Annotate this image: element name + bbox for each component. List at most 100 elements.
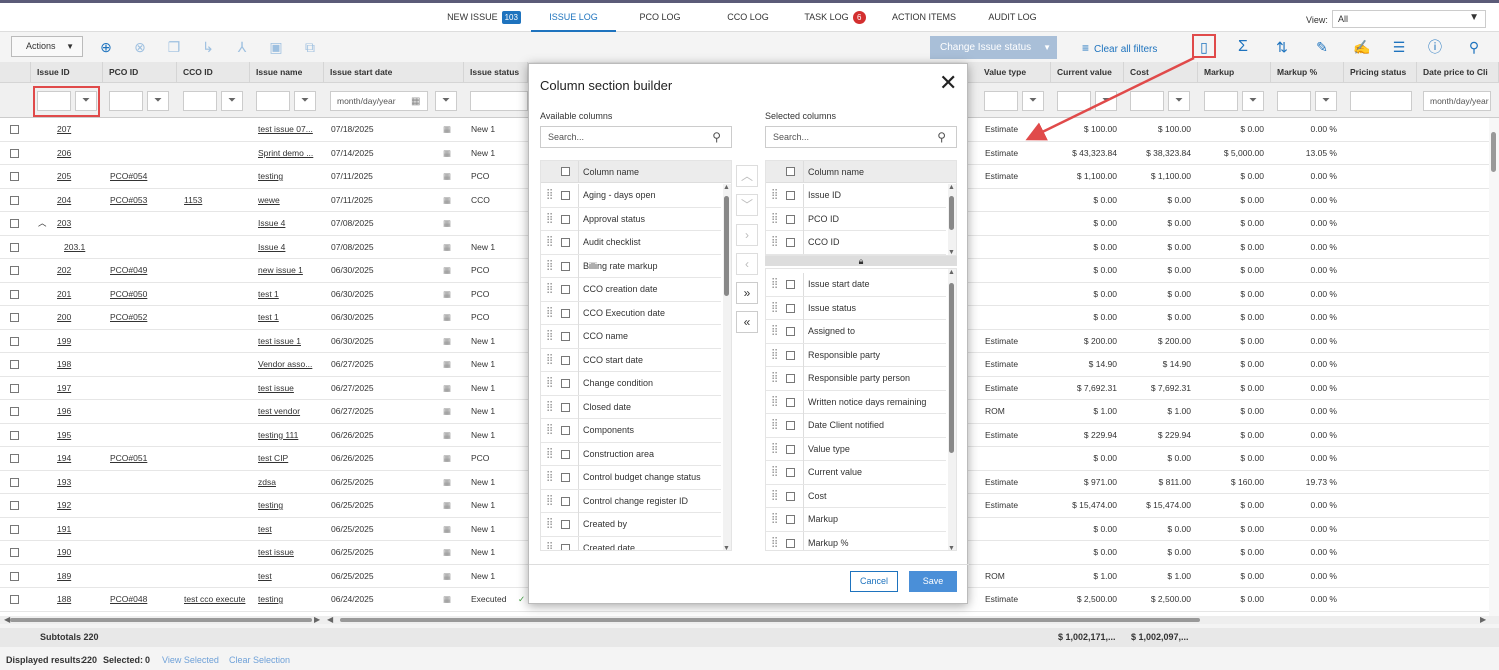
available-column-item[interactable]: ⣿ Construction area [541, 442, 721, 466]
selected-column-item[interactable]: ⣿ Date Client notified [766, 414, 946, 438]
cco-id-link[interactable] [184, 212, 249, 235]
available-column-item[interactable]: ⣿ Components [541, 419, 721, 443]
issue-status-filter-input[interactable] [470, 91, 528, 111]
row-checkbox[interactable] [10, 454, 19, 463]
add-all-button[interactable]: » [736, 282, 758, 304]
notes-icon[interactable]: ✍ [1352, 37, 1372, 57]
issue-id-link[interactable]: 203.1 [64, 236, 104, 259]
locked-column-item[interactable]: ⣿ CCO ID [766, 231, 946, 255]
calendar-icon[interactable]: ▦ [443, 541, 455, 564]
column-checkbox[interactable] [786, 515, 795, 524]
issue-id-link[interactable]: 207 [57, 118, 97, 141]
available-column-item[interactable]: ⣿ Created date [541, 536, 721, 550]
selected-column-item[interactable]: ⣿ Issue status [766, 296, 946, 320]
cco-id-link[interactable] [184, 142, 249, 165]
cco-id-link[interactable] [184, 118, 249, 141]
current-value-filter-input[interactable] [1057, 91, 1091, 111]
add-selected-button[interactable]: › [736, 224, 758, 246]
drag-handle-icon[interactable]: ⣿ [771, 189, 778, 200]
drag-handle-icon[interactable]: ⣿ [546, 283, 553, 294]
calendar-icon[interactable]: ▦ [443, 447, 455, 470]
col-pricing-status[interactable]: Pricing status [1344, 62, 1417, 83]
scroll-down-icon[interactable]: ▼ [948, 545, 955, 550]
calendar-icon[interactable]: ▦ [443, 189, 455, 212]
cco-id-link[interactable]: 1153 [184, 189, 249, 212]
calendar-icon[interactable]: ▦ [443, 283, 455, 306]
delete-icon[interactable]: ⊗ [130, 37, 150, 57]
available-column-item[interactable]: ⣿ CCO start date [541, 348, 721, 372]
available-scroll-thumb[interactable] [724, 196, 729, 296]
available-column-item[interactable]: ⣿ CCO creation date [541, 278, 721, 302]
calendar-icon[interactable]: ▦ [443, 353, 455, 376]
available-column-item[interactable]: ⣿ Aging - days open [541, 184, 721, 208]
drag-handle-icon[interactable]: ⣿ [546, 260, 553, 271]
add-icon[interactable]: ⊕ [96, 37, 116, 57]
pco-id-link[interactable]: PCO#053 [110, 189, 175, 212]
issue-name-link[interactable]: testing 111 [258, 424, 322, 447]
copy-icon[interactable]: ❐ [164, 37, 184, 57]
column-checkbox[interactable] [561, 332, 570, 341]
selected-column-item[interactable]: ⣿ Cost [766, 484, 946, 508]
issue-id-link[interactable]: 205 [57, 165, 97, 188]
row-checkbox[interactable] [10, 360, 19, 369]
issue-id-link[interactable]: 197 [57, 377, 97, 400]
calendar-icon[interactable]: ▦ [443, 236, 455, 259]
available-scrollbar[interactable]: ▲ ▼ [723, 184, 731, 550]
cco-id-link[interactable] [184, 306, 249, 329]
row-checkbox[interactable] [10, 219, 19, 228]
row-checkbox[interactable] [10, 289, 19, 299]
issue-id-link[interactable]: 196 [57, 400, 97, 423]
drag-handle-icon[interactable]: ⣿ [546, 495, 553, 506]
tab-task-log[interactable]: TASK LOG 6 [800, 3, 870, 32]
issue-id-link[interactable]: 201 [57, 283, 97, 306]
tab-issue-log[interactable]: ISSUE LOG [531, 3, 616, 32]
select-all-available-checkbox[interactable] [561, 167, 570, 176]
available-column-item[interactable]: ⣿ CCO name [541, 325, 721, 349]
pco-id-link[interactable] [110, 400, 175, 423]
pco-id-link[interactable] [110, 330, 175, 353]
col-issue-status[interactable]: Issue status [464, 62, 528, 83]
scroll-up-icon[interactable]: ▲ [723, 184, 730, 191]
selected-scrollbar[interactable]: ▲ ▼ [948, 269, 956, 550]
clear-all-filters-button[interactable]: ≡ Clear all filters [1082, 41, 1157, 55]
pco-id-link[interactable] [110, 118, 175, 141]
issue-name-link[interactable]: test [258, 565, 322, 588]
pco-id-link[interactable] [110, 377, 175, 400]
drag-handle-icon[interactable]: ⣿ [771, 513, 778, 524]
column-checkbox[interactable] [561, 191, 570, 200]
column-checkbox[interactable] [561, 520, 570, 529]
cco-id-link[interactable] [184, 518, 249, 541]
filter-icon[interactable]: ⏷ [1022, 91, 1044, 111]
column-checkbox[interactable] [561, 238, 570, 247]
scroll-left-icon[interactable]: ◀ [327, 615, 333, 624]
scroll-up-icon[interactable]: ▲ [948, 269, 955, 276]
col-current-value[interactable]: Current value [1051, 62, 1124, 83]
column-checkbox[interactable] [786, 303, 795, 313]
row-checkbox[interactable] [10, 313, 19, 322]
available-column-item[interactable]: ⣿ Billing rate markup [541, 254, 721, 278]
tab-cco-log[interactable]: CCO LOG [718, 3, 778, 32]
drag-handle-icon[interactable]: ⣿ [546, 307, 553, 318]
horizontal-scrollbar[interactable]: ◀ ▶ ◀ ▶ [0, 615, 1499, 624]
drag-handle-icon[interactable]: ⣿ [771, 443, 778, 454]
issue-name-link[interactable]: new issue 1 [258, 259, 322, 282]
row-checkbox[interactable] [10, 524, 19, 534]
row-checkbox[interactable] [10, 242, 19, 252]
tab-action-items[interactable]: ACTION ITEMS [890, 3, 958, 32]
cco-id-link[interactable] [184, 541, 249, 564]
view-selected-link[interactable]: View Selected [162, 655, 219, 665]
filter-icon[interactable]: ⏷ [1095, 91, 1117, 111]
comments-icon[interactable]: ☰ [1389, 37, 1409, 57]
selected-column-item[interactable]: ⣿ Responsible party person [766, 367, 946, 391]
pco-id-link[interactable] [110, 518, 175, 541]
col-markup[interactable]: Markup [1198, 62, 1271, 83]
issue-id-link[interactable]: 192 [57, 494, 97, 517]
calendar-icon[interactable]: ▦ [443, 165, 455, 188]
expand-collapse-icon[interactable]: ︿ [38, 212, 50, 235]
column-checkbox[interactable] [561, 285, 570, 294]
column-checkbox[interactable] [561, 496, 570, 506]
available-column-item[interactable]: ⣿ Control change register ID [541, 489, 721, 513]
selected-column-item[interactable]: ⣿ Responsible party [766, 343, 946, 367]
issue-name-link[interactable]: test vendor [258, 400, 322, 423]
scrollbar-thumb-main[interactable] [340, 618, 1200, 622]
